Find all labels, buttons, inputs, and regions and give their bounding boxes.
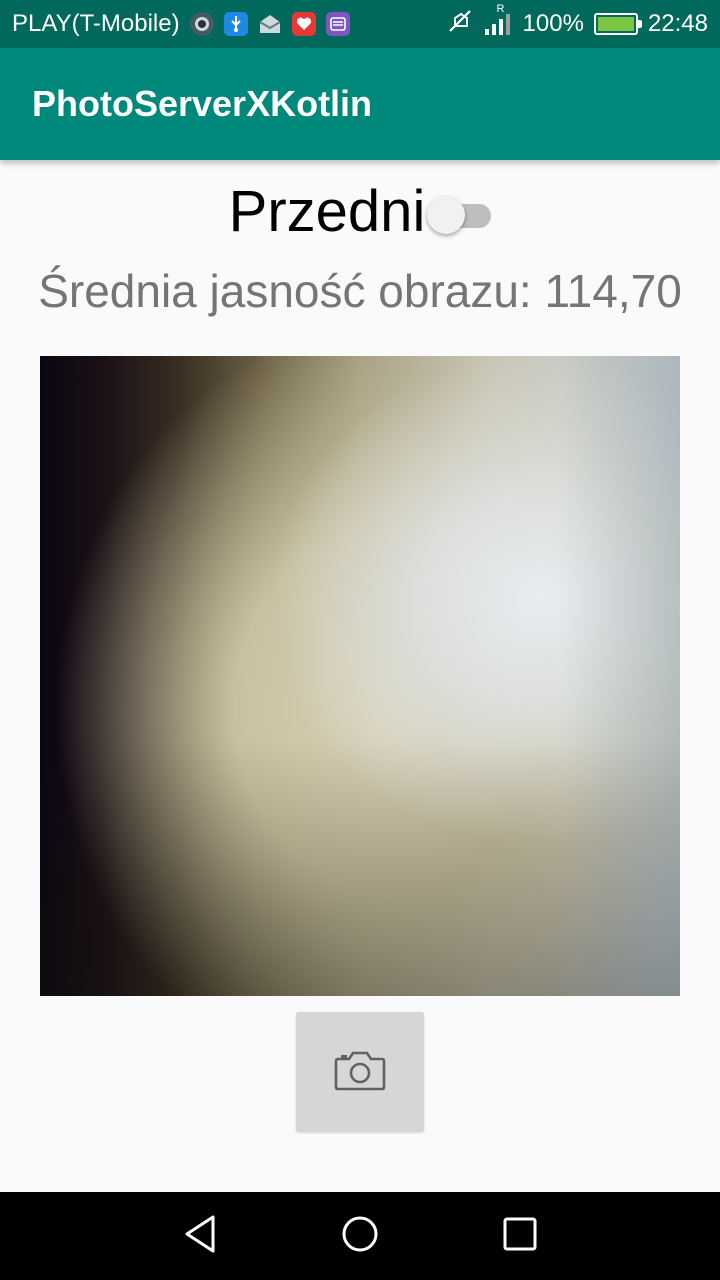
photo-preview [40,356,680,996]
status-bar: PLAY(T-Mobile) R 100% 22:48 [0,0,720,48]
average-brightness-text: Średnia jasność obrazu: 114,70 [38,265,682,317]
carrier-name: PLAY(T-Mobile) [12,10,180,37]
status-right: R 100% 22:48 [447,3,708,41]
app-title: PhotoServerXKotlin [32,83,373,124]
mute-icon [447,8,473,41]
roaming-indicator: R [496,3,505,15]
camera-notification-icon [189,12,214,36]
home-icon [341,1215,379,1258]
usb-icon [223,12,248,36]
capture-photo-button[interactable] [296,1012,424,1132]
clock: 22:48 [647,10,708,37]
health-icon [291,12,316,36]
camera-switch-row: Przedni [0,178,720,245]
camera-icon [334,1049,386,1096]
battery-percent: 100% [522,10,584,37]
status-left: PLAY(T-Mobile) [12,10,350,38]
front-camera-switch[interactable] [427,192,492,234]
camera-switch-label: Przedni [228,179,426,244]
signal-icon: R [483,3,513,37]
mail-icon [258,12,282,36]
navigation-bar [0,1192,720,1280]
recents-icon [503,1217,537,1256]
switch-thumb [427,195,466,234]
message-icon [325,12,350,36]
home-button[interactable] [328,1204,392,1268]
back-button[interactable] [168,1204,232,1268]
back-icon [182,1214,218,1259]
recents-button[interactable] [488,1204,552,1268]
app-bar: PhotoServerXKotlin [0,48,720,160]
battery-charging-icon [593,13,642,35]
